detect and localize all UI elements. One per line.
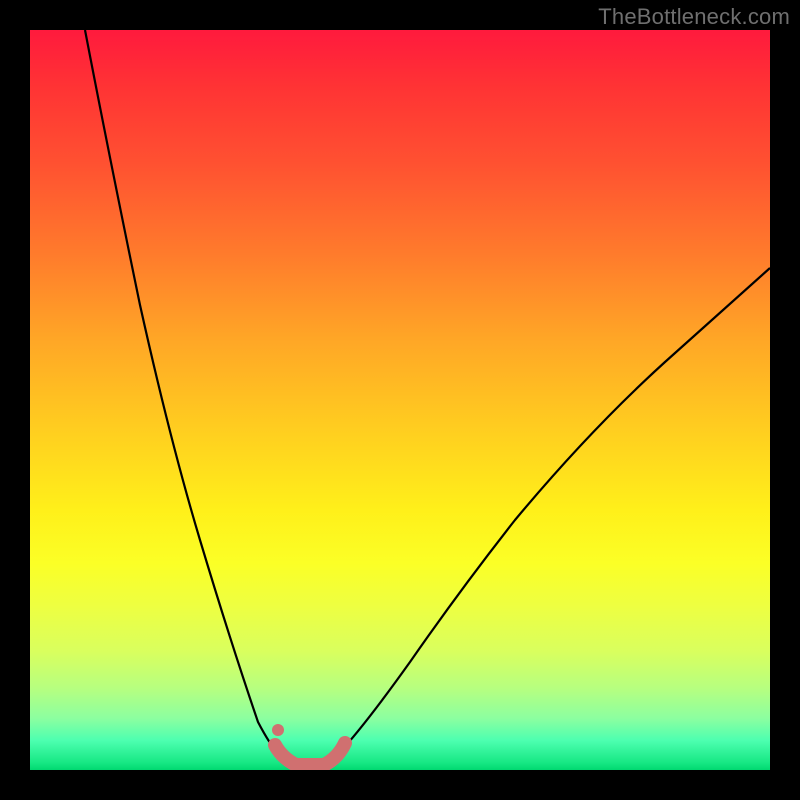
highlight-right-segment [324,743,345,765]
chart-frame: TheBottleneck.com [0,0,800,800]
right-curve [340,268,770,752]
watermark-text: TheBottleneck.com [598,4,790,30]
curve-layer [30,30,770,770]
plot-area [30,30,770,770]
left-curve [85,30,278,753]
highlight-dot [272,724,284,736]
